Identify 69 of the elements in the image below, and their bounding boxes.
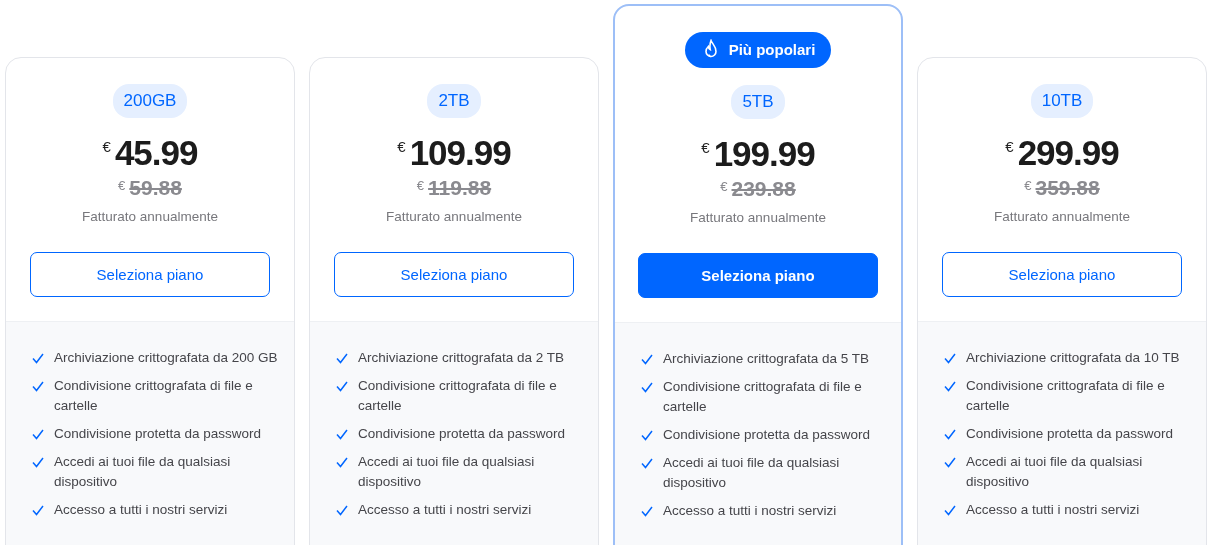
feature-text: Accesso a tutti i nostri servizi — [663, 502, 837, 521]
feature-text: Archiviazione crittografata da 2 TB — [358, 349, 565, 368]
check-icon — [336, 353, 348, 365]
check-icon — [944, 353, 956, 365]
check-icon — [944, 381, 956, 393]
check-icon — [336, 429, 348, 441]
storage-size-label: 200GB — [112, 84, 188, 118]
feature-text: Condivisione protetta da password — [358, 425, 566, 444]
currency-symbol: € — [102, 136, 111, 157]
check-icon — [641, 382, 653, 394]
check-icon — [944, 457, 956, 469]
feature-text: Archiviazione crittografata da 5 TB — [663, 350, 870, 369]
feature-text: Condivisione protetta da password — [54, 425, 262, 444]
check-icon — [944, 505, 956, 517]
check-icon — [32, 457, 44, 469]
feature-text: Condivisione crittografata di file e cartelle — [54, 377, 254, 416]
check-icon — [336, 381, 348, 393]
currency-symbol: € — [701, 137, 710, 158]
check-icon — [32, 353, 44, 365]
currency-symbol: € — [1024, 177, 1032, 195]
check-icon — [641, 506, 653, 518]
currency-symbol: € — [416, 177, 425, 195]
feature-text: Accedi ai tuoi file da qualsiasi dispositivo — [966, 453, 1144, 492]
feature-text: Archiviazione crittografata da 10 TB — [966, 349, 1180, 368]
old-price: 239.88 — [731, 177, 796, 201]
old-price: 119.88 — [428, 176, 492, 200]
feature-text: Accesso a tutti i nostri servizi — [358, 501, 532, 520]
check-icon — [336, 457, 348, 469]
check-icon — [944, 429, 956, 441]
select-plan-button[interactable]: Seleziona piano — [334, 252, 574, 298]
billing-note: Fatturato annualmente — [82, 208, 218, 227]
currency-symbol: € — [720, 178, 728, 196]
old-price: 59.88 — [129, 176, 182, 200]
check-icon — [336, 505, 348, 517]
feature-text: Accedi ai tuoi file da qualsiasi dispositivo — [358, 453, 536, 492]
currency-symbol: € — [397, 136, 406, 157]
feature-text: Accesso a tutti i nostri servizi — [54, 501, 228, 520]
price: 199.99 — [713, 134, 815, 173]
feature-text: Condivisione protetta da password — [663, 426, 871, 445]
feature-text: Condivisione protetta da password — [966, 425, 1174, 444]
select-plan-button[interactable]: Seleziona piano — [942, 252, 1182, 298]
currency-symbol: € — [1005, 136, 1014, 157]
storage-size-label: 5TB — [731, 85, 785, 119]
billing-note: Fatturato annualmente — [994, 208, 1130, 227]
feature-text: Accesso a tutti i nostri servizi — [966, 501, 1140, 520]
old-price: 359.88 — [1035, 176, 1100, 200]
popular-badge: Più popolari — [684, 32, 832, 68]
billing-note: Fatturato annualmente — [690, 209, 826, 228]
price: 45.99 — [114, 133, 198, 172]
billing-note: Fatturato annualmente — [386, 208, 522, 227]
select-plan-button[interactable]: Seleziona piano — [638, 253, 878, 299]
check-icon — [641, 458, 653, 470]
feature-text: Archiviazione crittografata da 200 GB — [54, 349, 278, 368]
check-icon — [32, 429, 44, 441]
price: 299.99 — [1017, 133, 1119, 172]
price: 109.99 — [409, 133, 511, 172]
feature-text: Condivisione crittografata di file e cartelle — [663, 378, 863, 417]
feature-text: Condivisione crittografata di file e cartelle — [966, 377, 1166, 416]
check-icon — [32, 505, 44, 517]
feature-text: Condivisione crittografata di file e cartelle — [358, 377, 558, 416]
storage-size-label: 10TB — [1030, 84, 1094, 118]
storage-size-label: 2TB — [427, 84, 481, 118]
check-icon — [641, 430, 653, 442]
check-icon — [641, 354, 653, 366]
feature-text: Accedi ai tuoi file da qualsiasi dispositivo — [663, 454, 841, 493]
check-icon — [32, 381, 44, 393]
feature-text: Accedi ai tuoi file da qualsiasi dispositivo — [54, 453, 232, 492]
select-plan-button[interactable]: Seleziona piano — [30, 252, 270, 298]
currency-symbol: € — [118, 177, 126, 195]
